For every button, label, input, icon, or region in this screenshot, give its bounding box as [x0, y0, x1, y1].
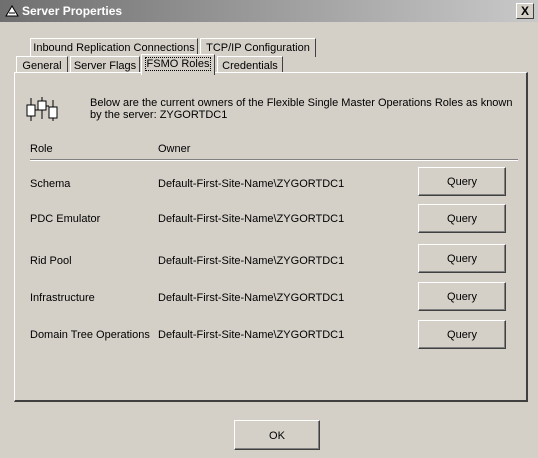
owner-rid-pool: Default-First-Site-Name\ZYGORTDC1 [158, 255, 345, 267]
tab-fsmo-roles-label: FSMO Roles [144, 57, 212, 71]
close-button[interactable]: X [516, 3, 534, 19]
query-schema-button[interactable]: Query [418, 167, 506, 196]
server-properties-icon [5, 5, 19, 17]
role-domain-tree-operations: Domain Tree Operations [30, 329, 150, 341]
owner-domain-tree-operations: Default-First-Site-Name\ZYGORTDC1 [158, 329, 345, 341]
owner-schema: Default-First-Site-Name\ZYGORTDC1 [158, 178, 345, 190]
fsmo-roles-icon [26, 97, 58, 121]
tab-fsmo-roles[interactable]: FSMO Roles [141, 54, 215, 75]
owner-infrastructure: Default-First-Site-Name\ZYGORTDC1 [158, 292, 345, 304]
query-domain-tree-operations-button[interactable]: Query [418, 320, 506, 349]
tab-tcpip-configuration[interactable]: TCP/IP Configuration [200, 38, 316, 57]
query-rid-pool-button[interactable]: Query [418, 244, 506, 273]
header-separator [30, 159, 518, 161]
ok-button[interactable]: OK [234, 420, 320, 450]
fsmo-roles-panel [14, 72, 528, 402]
fsmo-description: Below are the current owners of the Flex… [90, 97, 513, 121]
role-pdc-emulator: PDC Emulator [30, 213, 101, 225]
query-infrastructure-button[interactable]: Query [418, 282, 506, 311]
owner-column-header: Owner [158, 143, 191, 155]
role-schema: Schema [30, 178, 71, 190]
role-column-header: Role [30, 143, 53, 155]
query-pdc-emulator-button[interactable]: Query [418, 204, 506, 233]
role-infrastructure: Infrastructure [30, 292, 95, 304]
owner-pdc-emulator: Default-First-Site-Name\ZYGORTDC1 [158, 213, 345, 225]
role-rid-pool: Rid Pool [30, 255, 72, 267]
window-title: Server Properties [22, 4, 123, 18]
